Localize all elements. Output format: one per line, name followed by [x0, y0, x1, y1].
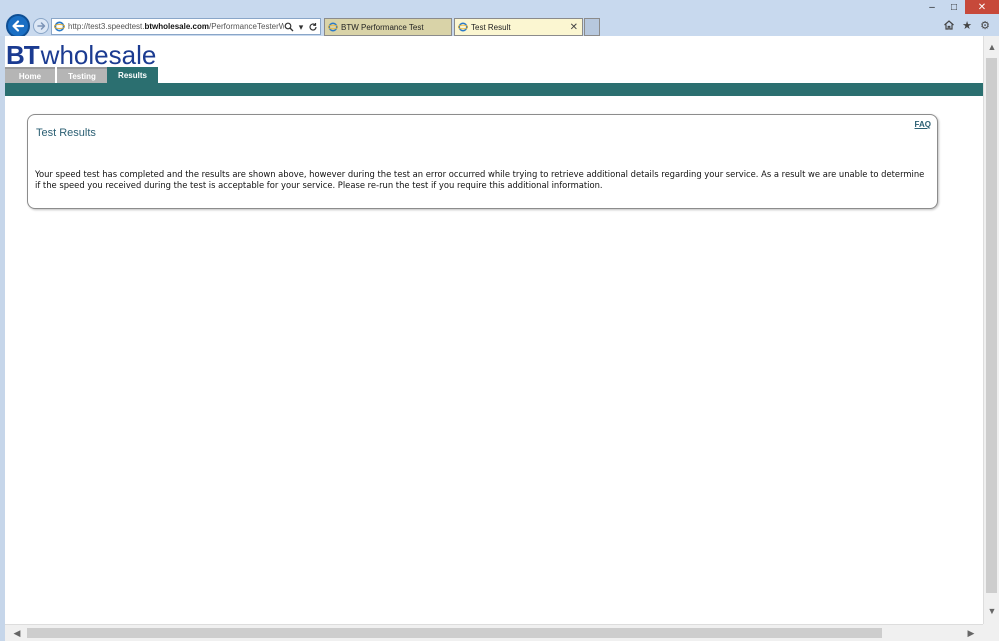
forward-button[interactable] [33, 18, 49, 34]
nav-band [5, 83, 983, 96]
bt-wholesale-logo: BT wholesale [6, 42, 156, 68]
arrow-right-icon [37, 22, 46, 30]
vertical-scroll-thumb[interactable] [986, 58, 997, 593]
logo-bt-text: BT [6, 40, 40, 70]
back-button[interactable] [6, 14, 30, 38]
dropdown-caret-icon[interactable]: ▾ [296, 22, 306, 32]
tab-test-result[interactable]: Test Result ✕ [454, 18, 583, 36]
test-results-panel: Test Results FAQ Your speed test has com… [27, 114, 938, 209]
home-icon[interactable] [943, 19, 955, 31]
scroll-up-icon[interactable]: ▲ [984, 40, 999, 54]
logo-wholesale-text: wholesale [40, 40, 157, 70]
refresh-icon[interactable] [308, 22, 318, 32]
ie-page-icon [54, 21, 65, 32]
star-icon[interactable]: ★ [961, 19, 973, 32]
gear-icon[interactable]: ⚙ [979, 19, 991, 32]
vertical-scrollbar[interactable]: ▲ ▼ [983, 36, 999, 624]
url-prefix: http://test3.speedtest. [68, 22, 145, 31]
faq-link[interactable]: FAQ [915, 120, 931, 129]
address-bar[interactable]: http://test3.speedtest.btwholesale.com/P… [51, 18, 321, 35]
ie-page-icon [328, 22, 338, 32]
minimize-button[interactable]: – [921, 0, 943, 14]
nav-tab-home[interactable]: Home [5, 67, 55, 83]
nav-tab-label: Home [18, 71, 42, 81]
search-icon[interactable] [284, 22, 294, 32]
scroll-left-icon[interactable]: ◀ [9, 626, 25, 640]
page-viewport: BT wholesale Home Testing Results Test Re… [5, 36, 983, 624]
tab-label: BTW Performance Test [341, 22, 424, 32]
scrollbar-corner [983, 624, 999, 641]
nav-tab-label: Results [118, 71, 147, 80]
panel-title: Test Results [36, 127, 96, 139]
new-tab-button[interactable] [584, 18, 600, 36]
horizontal-scroll-thumb[interactable] [27, 628, 882, 638]
scroll-right-icon[interactable]: ▶ [963, 626, 979, 640]
arrow-left-icon [12, 20, 25, 32]
browser-toolbar: http://test3.speedtest.btwholesale.com/P… [0, 0, 999, 38]
browser-command-icons: ★ ⚙ [943, 19, 991, 32]
maximize-button[interactable]: □ [943, 0, 965, 14]
url-domain: btwholesale.com [144, 22, 209, 31]
nav-tab-label: Testing [68, 71, 96, 81]
tab-label: Test Result [471, 22, 511, 32]
url-text: http://test3.speedtest.btwholesale.com/P… [68, 22, 284, 31]
results-message: Your speed test has completed and the re… [35, 169, 925, 190]
url-suffix: /PerformanceTesterWS/i [208, 22, 284, 31]
scroll-down-icon[interactable]: ▼ [984, 604, 999, 618]
tab-btw-performance-test[interactable]: BTW Performance Test [324, 18, 452, 36]
nav-tab-results[interactable]: Results [107, 67, 158, 84]
ie-page-icon [458, 22, 468, 32]
nav-tab-testing[interactable]: Testing [57, 67, 107, 83]
window-controls: – □ ✕ [921, 0, 999, 14]
close-tab-icon[interactable]: ✕ [570, 22, 578, 33]
close-window-button[interactable]: ✕ [965, 0, 999, 14]
horizontal-scrollbar[interactable]: ◀ ▶ [5, 624, 983, 641]
